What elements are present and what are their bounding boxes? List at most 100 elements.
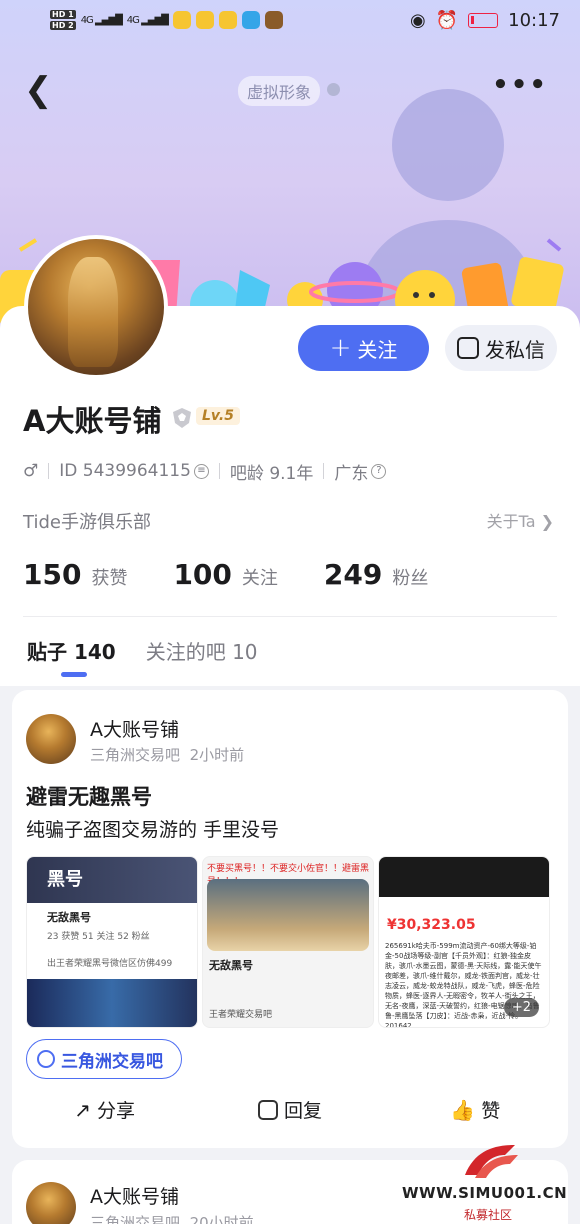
eye-icon: ◉ [409,9,426,31]
about-label: 关于Ta [486,512,536,531]
chevron-right-icon: ❯ [540,512,554,531]
divider [48,463,50,479]
virtual-avatar-tag[interactable]: 虚拟形象 [238,76,321,106]
status-bar: HD 1 HD 2 4G ▂▄▆█ 4G ▂▄▆█ ◉ ⏰ 10:17 [0,0,580,40]
like-button[interactable]: 👍 赞 [383,1096,568,1123]
tab-followed-bars-label: 关注的吧 [145,640,226,664]
post-title[interactable]: 避雷无趣黑号 [26,781,152,811]
post-meta: 三角洲交易吧 2小时前 [90,744,244,765]
reply-label: 回复 [283,1100,322,1122]
shield-badge-icon [173,408,191,428]
img2-line: 王者荣耀交易吧 [209,1010,273,1020]
location: 广东 [334,463,369,484]
watermark-url: WWW.SIMU001.CN [402,1184,568,1202]
tab-posts[interactable]: 贴子 140 [27,636,116,665]
bar-tag-label: 三角洲交易吧 [61,1051,163,1072]
signal-icon-2: 4G ▂▄▆█ [126,14,169,26]
more-images-badge[interactable]: +2 [503,998,539,1017]
img2-screenshot [207,879,369,951]
copy-id-icon[interactable]: ≡ [193,463,209,479]
level-badge: Lv.5 [196,407,240,425]
profile-tabs: 贴子 140 关注的吧 10 [27,636,258,665]
img1-name: 无敌黑号 [47,911,91,924]
post-author-name[interactable]: A大账号铺 [90,1182,179,1209]
post-actions: ↗ 分享 回复 👍 赞 [12,1096,568,1123]
user-id[interactable]: ID 5439964115 [59,461,191,481]
post-time: 2小时前 [189,746,245,764]
img1-stats: 23 获赞 51 关注 52 粉丝 [47,932,150,942]
reply-button[interactable]: 回复 [197,1096,382,1123]
share-button[interactable]: ↗ 分享 [12,1096,197,1123]
like-label: 赞 [481,1100,501,1122]
signal1-label: 4G [80,14,94,26]
weibo-app-icon [195,11,214,29]
post-meta: 三角洲交易吧 20小时前 [90,1212,254,1224]
post-card[interactable]: A大账号铺 三角洲交易吧 2小时前 避雷无趣黑号 纯骗子盗图交易游的 手里没号 … [12,690,568,1148]
post-author-avatar[interactable] [26,1182,76,1224]
status-bar-left: HD 1 HD 2 4G ▂▄▆█ 4G ▂▄▆█ [50,9,283,31]
likes-label: 获赞 [91,568,128,589]
username: A大账号铺 [23,404,162,438]
post-image-2[interactable]: 不要买黑号！！不要交小佐官！！避雷黑号！！！ 无敌黑号 王者荣耀交易吧 [202,856,374,1028]
send-message-button[interactable]: 发私信 [445,325,557,371]
watermark: WWW.SIMU001.CN 私募社区 [402,1140,580,1224]
bar-age: 吧龄 9.1年 [229,463,314,484]
hd2-label: HD 2 [50,21,76,30]
stat-followers[interactable]: 249 粉丝 [324,558,428,591]
hd-indicator: HD 1 HD 2 [50,9,76,31]
status-bar-right: ◉ ⏰ 10:17 [410,10,560,31]
clock: 10:17 [508,9,560,31]
reader-app-icon [241,11,260,29]
plus-icon: + [329,333,352,363]
send-message-label: 发私信 [485,337,545,362]
profile-meta: ♂ ID 5439964115 ≡ 吧龄 9.1年 广东 ? [23,460,387,484]
bar-tag-button[interactable]: 三角洲交易吧 [26,1039,182,1079]
post-image-3[interactable]: ¥30,323.05 265691k哈夫币-599m流动资产-60绑大等级-铂金… [378,856,550,1028]
tab-posts-label: 贴子 [27,640,67,664]
following-count: 100 [173,558,232,591]
stat-likes[interactable]: 150 获赞 [23,558,127,591]
following-label: 关注 [241,568,278,589]
signal2-label: 4G [126,14,140,26]
img3-price: ¥30,323.05 [387,917,476,933]
likes-count: 150 [23,558,82,591]
post-time: 20小时前 [189,1214,254,1224]
gender-icon: ♂ [23,461,39,481]
post-bar-name[interactable]: 三角洲交易吧 [90,1214,180,1224]
hd1-label: HD 1 [50,10,76,19]
club-name[interactable]: Tide手游俱乐部 [23,508,151,534]
signal-icon: 4G ▂▄▆█ [80,14,123,26]
user-avatar[interactable] [24,235,168,379]
weibo-app-icon [172,11,191,29]
img3-dark-header [379,857,549,897]
help-icon[interactable]: ? [371,463,387,479]
divider [218,463,220,479]
reply-icon [257,1099,278,1120]
thumbs-up-icon: 👍 [450,1097,476,1122]
tab-posts-count: 140 [73,640,116,664]
img1-header: 黑号 [27,857,197,903]
alarm-icon: ⏰ [435,9,459,31]
message-icon [457,337,479,359]
img1-thumbnail-strip [27,979,197,1027]
weibo-app-icon [218,11,237,29]
post-body[interactable]: 纯骗子盗图交易游的 手里没号 [26,815,279,842]
stat-following[interactable]: 100 关注 [173,558,277,591]
follow-button[interactable]: + 关注 [298,325,429,371]
post-author-name[interactable]: A大账号铺 [90,715,179,742]
watermark-label: 私募社区 [464,1208,513,1222]
tab-followed-bars[interactable]: 关注的吧 10 [146,636,258,665]
bar-icon [37,1050,55,1068]
share-label: 分享 [97,1100,136,1122]
post-bar-name[interactable]: 三角洲交易吧 [90,746,180,764]
post-image-grid: 黑号 无敌黑号 23 获赞 51 关注 52 粉丝 出王者荣耀黑号微信区仿佛49… [26,856,550,1028]
about-link[interactable]: 关于Ta ❯ [487,508,554,532]
post-author-avatar[interactable] [26,714,76,764]
watermark-logo-icon [465,1145,518,1178]
section-divider [23,616,557,617]
img1-line: 出王者荣耀黑号微信区仿佛499 [47,959,173,969]
post-image-1[interactable]: 黑号 无敌黑号 23 获赞 51 关注 52 粉丝 出王者荣耀黑号微信区仿佛49… [26,856,198,1028]
game-app-icon [264,11,283,29]
profile-stats: 150 获赞 100 关注 249 粉丝 [23,558,428,591]
back-arrow-icon[interactable]: ❮ [24,70,53,110]
